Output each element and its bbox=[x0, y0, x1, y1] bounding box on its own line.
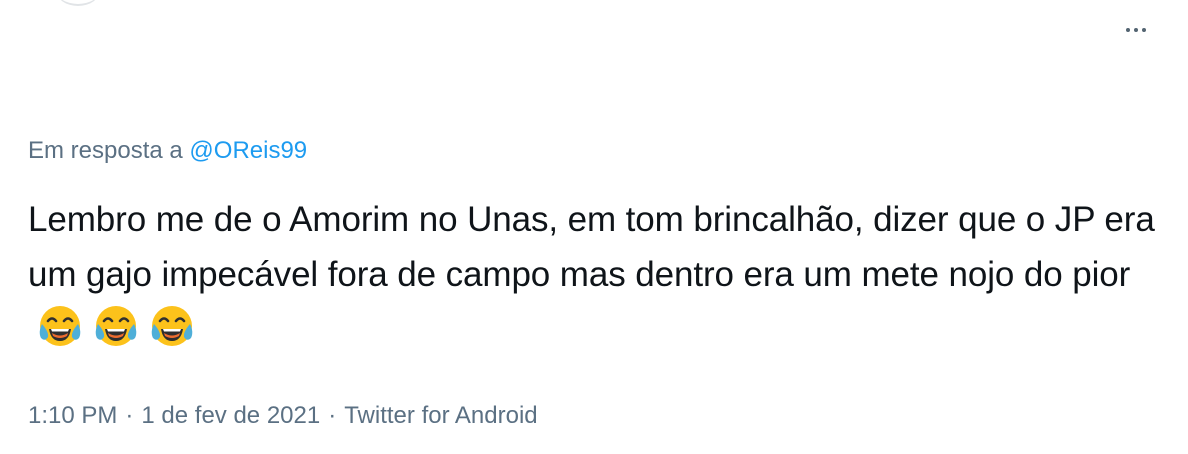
tweet-metadata: 1:10 PM · 1 de fev de 2021 · Twitter for And… bbox=[28, 400, 538, 432]
reply-prefix: Em resposta a bbox=[28, 137, 183, 164]
tweet-text: Lembro me de o Amorim no Unas, em tom br… bbox=[28, 200, 1155, 294]
face-with-tears-of-joy-icon bbox=[39, 306, 81, 346]
tweet-body: Lembro me de o Amorim no Unas, em tom br… bbox=[28, 192, 1168, 358]
more-dot-icon bbox=[1134, 28, 1138, 32]
avatar-edge bbox=[56, 0, 100, 6]
more-options-button[interactable] bbox=[1118, 16, 1154, 44]
face-with-tears-of-joy-icon bbox=[151, 306, 193, 346]
separator-dot: · bbox=[328, 402, 337, 429]
reply-context: Em resposta a @OReis99 bbox=[28, 135, 307, 167]
separator-dot: · bbox=[125, 402, 134, 429]
face-with-tears-of-joy-icon bbox=[95, 306, 137, 346]
tweet-time-link[interactable]: 1:10 PM bbox=[28, 402, 117, 429]
tweet-source-link[interactable]: Twitter for Android bbox=[344, 402, 537, 429]
more-dot-icon bbox=[1126, 28, 1130, 32]
tweet-date-link[interactable]: 1 de fev de 2021 bbox=[141, 402, 320, 429]
emoji-group bbox=[36, 302, 196, 350]
more-dot-icon bbox=[1142, 28, 1146, 32]
reply-handle-link[interactable]: @OReis99 bbox=[189, 137, 307, 164]
